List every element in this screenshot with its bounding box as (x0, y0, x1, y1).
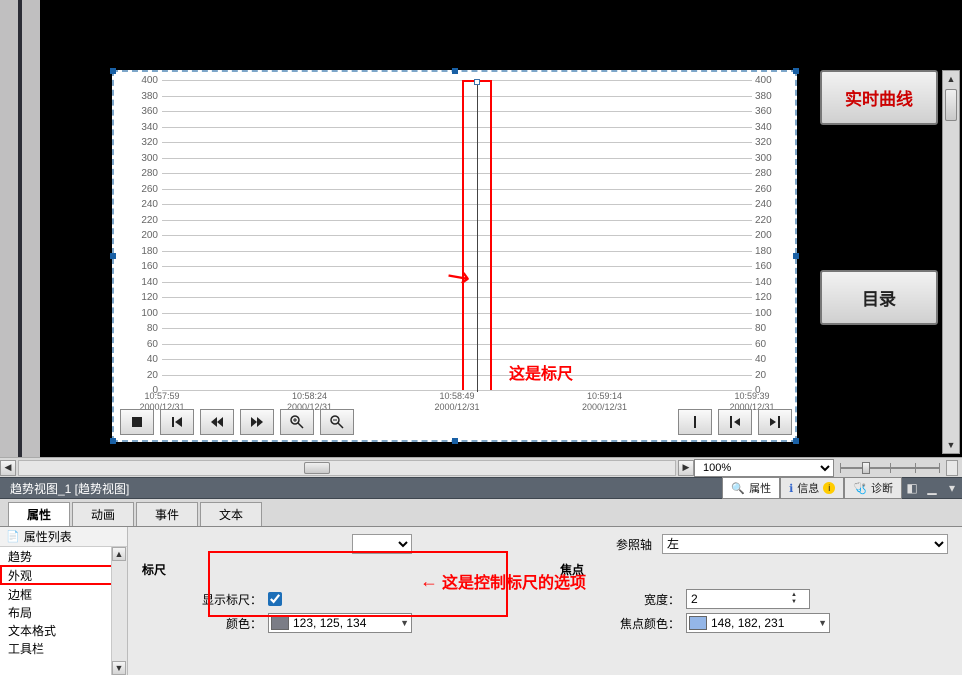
ruler-toggle-button[interactable] (678, 409, 712, 435)
vertical-scrollbar[interactable]: ▲ ▼ (942, 70, 960, 454)
prop-item-2[interactable]: 边框 (0, 585, 127, 603)
top-small-select[interactable] (352, 534, 412, 554)
canvas-area: ↘ 这是标尺 400380360340320300280260240220200… (0, 0, 962, 475)
scroll-up-icon[interactable]: ▲ (943, 71, 959, 87)
property-list-body: 趋势外观边框布局文本格式工具栏 ▲ ▼ (0, 547, 127, 675)
tab-info[interactable]: ℹ信息i (780, 477, 844, 499)
prop-item-5[interactable]: 工具栏 (0, 639, 127, 657)
scroll-up-icon[interactable]: ▲ (112, 547, 126, 561)
scroll-down-icon[interactable]: ▼ (112, 661, 126, 675)
ruler-line[interactable] (477, 82, 478, 392)
zoom-select[interactable]: 100% (694, 459, 834, 477)
hscroll-thumb[interactable] (304, 462, 330, 474)
tab-properties[interactable]: 🔍属性 (722, 477, 780, 499)
zoom-row: ◀ ▶ 100% (0, 457, 962, 477)
resize-handle[interactable] (452, 68, 458, 74)
chevron-down-icon: ▼ (400, 618, 409, 628)
properties-body: 📄 属性列表 趋势外观边框布局文本格式工具栏 ▲ ▼ 参照轴 左 标尺 显示标尺… (0, 527, 962, 675)
show-ruler-checkbox[interactable] (268, 592, 282, 606)
stop-button[interactable] (120, 409, 154, 435)
annotation-option-text: ←这是控制标尺的选项 (420, 569, 586, 593)
zoom-slider[interactable] (840, 459, 940, 477)
property-list: 📄 属性列表 趋势外观边框布局文本格式工具栏 ▲ ▼ (0, 527, 128, 675)
color-swatch (271, 616, 289, 630)
trend-chart[interactable]: ↘ 这是标尺 400380360340320300280260240220200… (112, 70, 797, 442)
collapse-icon[interactable] (946, 460, 958, 476)
chart-control-bar (120, 408, 792, 436)
horizontal-scrollbar[interactable] (18, 460, 676, 476)
list-scrollbar[interactable]: ▲ ▼ (111, 547, 127, 675)
hscroll-right-button[interactable]: ▶ (678, 460, 694, 476)
shift-left-button[interactable] (718, 409, 752, 435)
realtime-curve-button[interactable]: 实时曲线 (820, 70, 938, 125)
subtab-events[interactable]: 事件 (136, 502, 198, 526)
ruler-color-label: 颜色： (142, 615, 262, 632)
forward-button[interactable] (240, 409, 274, 435)
scroll-thumb[interactable] (945, 89, 957, 121)
rewind-button[interactable] (200, 409, 234, 435)
left-side-panel (0, 0, 40, 475)
chevron-down-icon: ▼ (818, 618, 827, 628)
property-list-header: 📄 属性列表 (0, 527, 127, 547)
width-label: 宽度： (560, 591, 680, 608)
subtab-properties[interactable]: 属性 (8, 502, 70, 526)
catalog-button[interactable]: 目录 (820, 270, 938, 325)
ref-axis-select[interactable]: 左 (662, 534, 948, 554)
prop-item-1[interactable]: 外观 (0, 565, 127, 585)
subtabs: 属性 动画 事件 文本 (0, 499, 962, 527)
focus-color-picker[interactable]: 148, 182, 231 ▼ (686, 613, 830, 633)
ruler-group: 标尺 显示标尺： 颜色： 123, 125, 134 ▼ ←这是控制标尺的选项 (142, 561, 530, 669)
resize-handle[interactable] (110, 68, 116, 74)
dropdown-button[interactable]: ▾ (942, 479, 962, 497)
list-icon: 📄 (6, 530, 20, 543)
shift-right-button[interactable] (758, 409, 792, 435)
ruler-highlight (462, 80, 492, 390)
zoom-slider-thumb[interactable] (862, 462, 870, 474)
subtab-text[interactable]: 文本 (200, 502, 262, 526)
prop-item-4[interactable]: 文本格式 (0, 621, 127, 639)
focus-group: 焦点 宽度： 2 ▲▼ 焦点颜色： 148, 182, 231 ▼ (560, 561, 948, 669)
ruler-knob[interactable] (474, 79, 480, 85)
focus-color-label: 焦点颜色： (560, 615, 680, 632)
resize-handle[interactable] (793, 438, 799, 444)
resize-handle[interactable] (110, 253, 116, 259)
annotation-ruler: 这是标尺 (509, 360, 573, 384)
properties-title: 趋势视图_1 [趋势视图] (0, 480, 722, 497)
ref-axis-label: 参照轴 (422, 536, 652, 553)
resize-handle[interactable] (452, 438, 458, 444)
resize-handle[interactable] (793, 68, 799, 74)
subtab-animation[interactable]: 动画 (72, 502, 134, 526)
tab-diagnostics[interactable]: 🩺诊断 (844, 477, 902, 499)
prop-item-3[interactable]: 布局 (0, 603, 127, 621)
scroll-down-icon[interactable]: ▼ (943, 437, 959, 453)
property-form: 参照轴 左 标尺 显示标尺： 颜色： 123, 125, 134 ▼ (128, 527, 962, 675)
width-spinner[interactable]: 2 ▲▼ (686, 589, 810, 609)
show-ruler-label: 显示标尺： (142, 591, 262, 608)
window-layout-button[interactable]: ◧ (902, 479, 922, 497)
prop-item-0[interactable]: 趋势 (0, 547, 127, 565)
properties-header: 趋势视图_1 [趋势视图] 🔍属性 ℹ信息i 🩺诊断 ◧ ▁ ▾ (0, 477, 962, 499)
resize-handle[interactable] (110, 438, 116, 444)
color-swatch (689, 616, 707, 630)
focus-group-title: 焦点 (560, 561, 948, 579)
zoom-out-button[interactable] (320, 409, 354, 435)
resize-handle[interactable] (793, 253, 799, 259)
hscroll-left-button[interactable]: ◀ (0, 460, 16, 476)
skip-back-button[interactable] (160, 409, 194, 435)
plot-area (162, 80, 752, 390)
right-button-panel: 实时曲线 目录 (820, 70, 938, 470)
zoom-in-button[interactable] (280, 409, 314, 435)
minimize-button[interactable]: ▁ (922, 479, 942, 497)
ruler-color-picker[interactable]: 123, 125, 134 ▼ (268, 613, 412, 633)
form-top-row: 参照轴 左 (142, 533, 948, 555)
